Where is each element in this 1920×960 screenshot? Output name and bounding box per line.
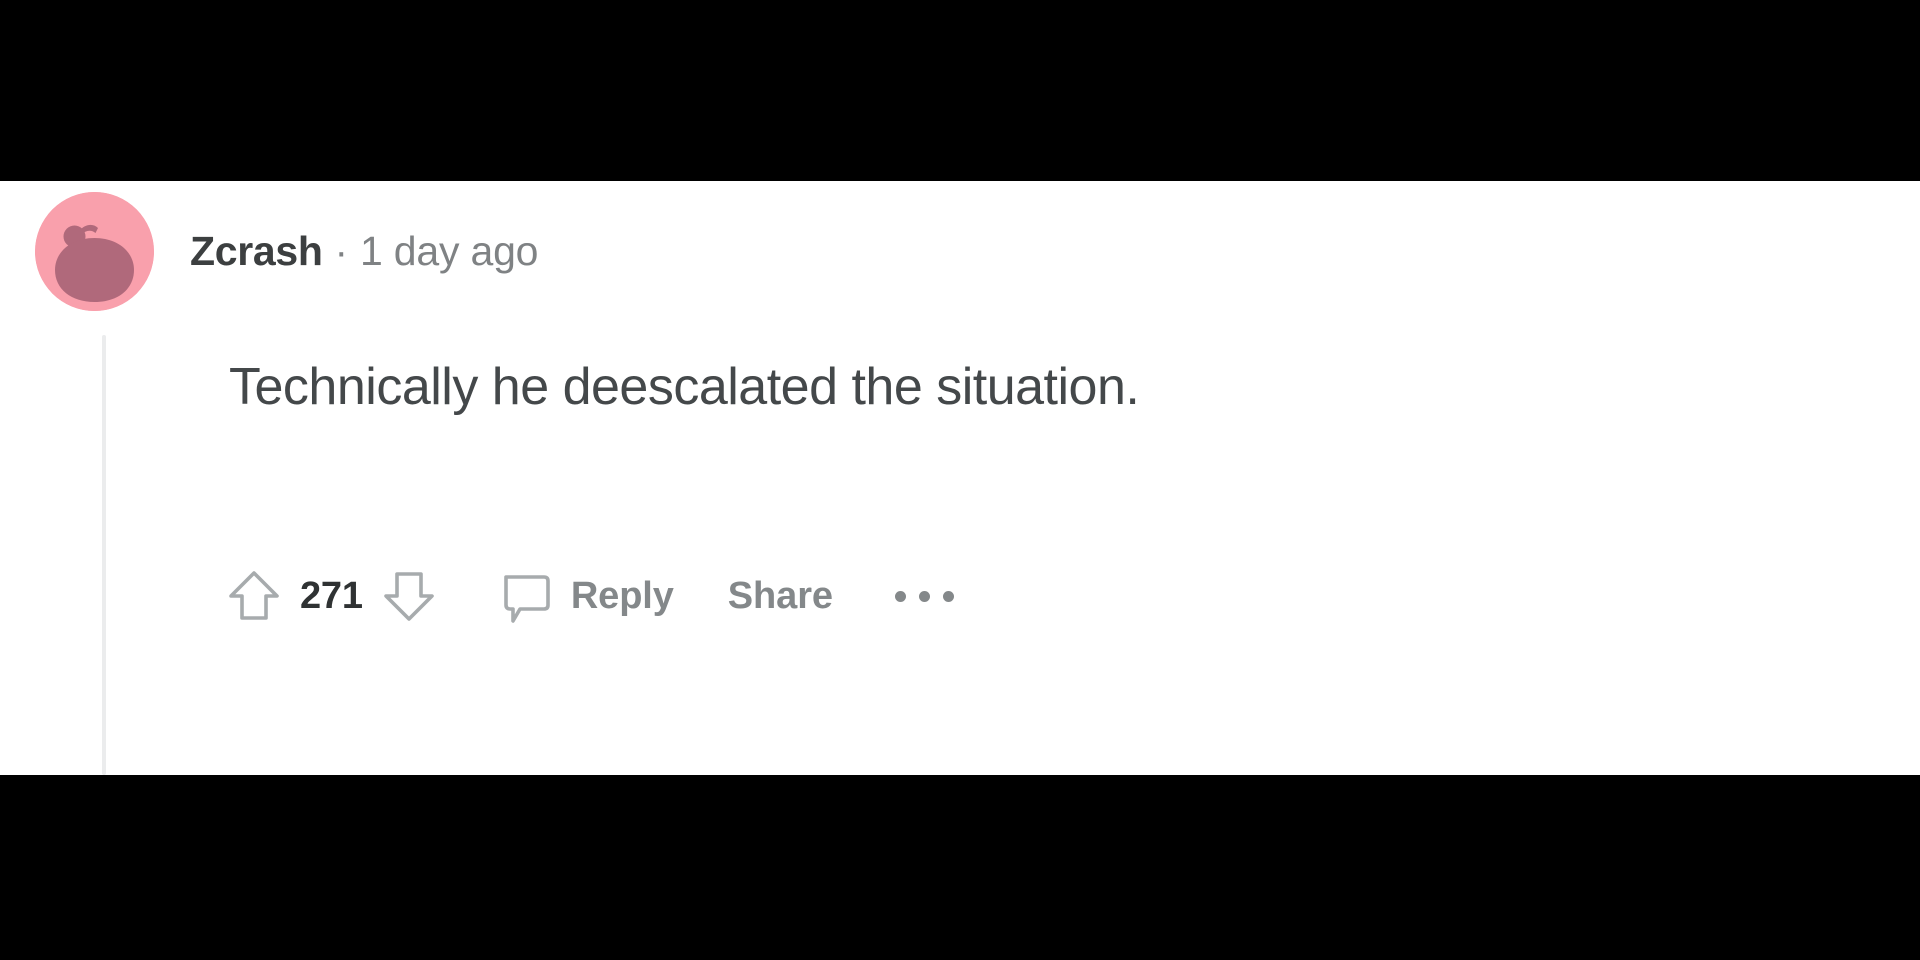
reddit-snoo-avatar-icon [35, 191, 154, 311]
upvote-button[interactable] [222, 564, 286, 628]
comment-thread-item: Zcrash · 1 day ago Technically he deesca… [0, 181, 1920, 775]
byline-separator: · [334, 229, 348, 274]
ellipsis-dot-2 [918, 590, 930, 602]
screenshot-root: Zcrash · 1 day ago Technically he deesca… [0, 0, 1920, 960]
reply-button[interactable]: Reply [571, 575, 674, 618]
reply-icon-button[interactable] [493, 564, 557, 628]
comment-timestamp[interactable]: 1 day ago [360, 228, 538, 275]
avatar[interactable] [35, 191, 154, 311]
comment-action-bar: 271 Reply Share [222, 561, 958, 631]
more-options-button[interactable] [891, 581, 958, 612]
upvote-arrow-icon [229, 571, 279, 620]
letterbox-bar-top [0, 0, 1920, 181]
thread-collapse-line[interactable] [102, 335, 106, 775]
speech-bubble-icon [504, 575, 550, 623]
vote-score: 271 [300, 574, 363, 617]
letterbox-bar-bottom [0, 775, 1920, 960]
comment-byline: Zcrash · 1 day ago [190, 228, 538, 275]
ellipsis-dot-3 [942, 590, 954, 602]
comment-author-name[interactable]: Zcrash [190, 228, 323, 275]
share-button[interactable]: Share [728, 575, 833, 618]
downvote-button[interactable] [377, 564, 441, 628]
ellipsis-dot-1 [894, 590, 906, 602]
downvote-arrow-icon [384, 572, 434, 621]
comment-viewport: Zcrash · 1 day ago Technically he deesca… [0, 181, 1920, 775]
comment-header: Zcrash · 1 day ago [35, 191, 538, 311]
comment-body-text: Technically he deescalated the situation… [229, 358, 1140, 416]
